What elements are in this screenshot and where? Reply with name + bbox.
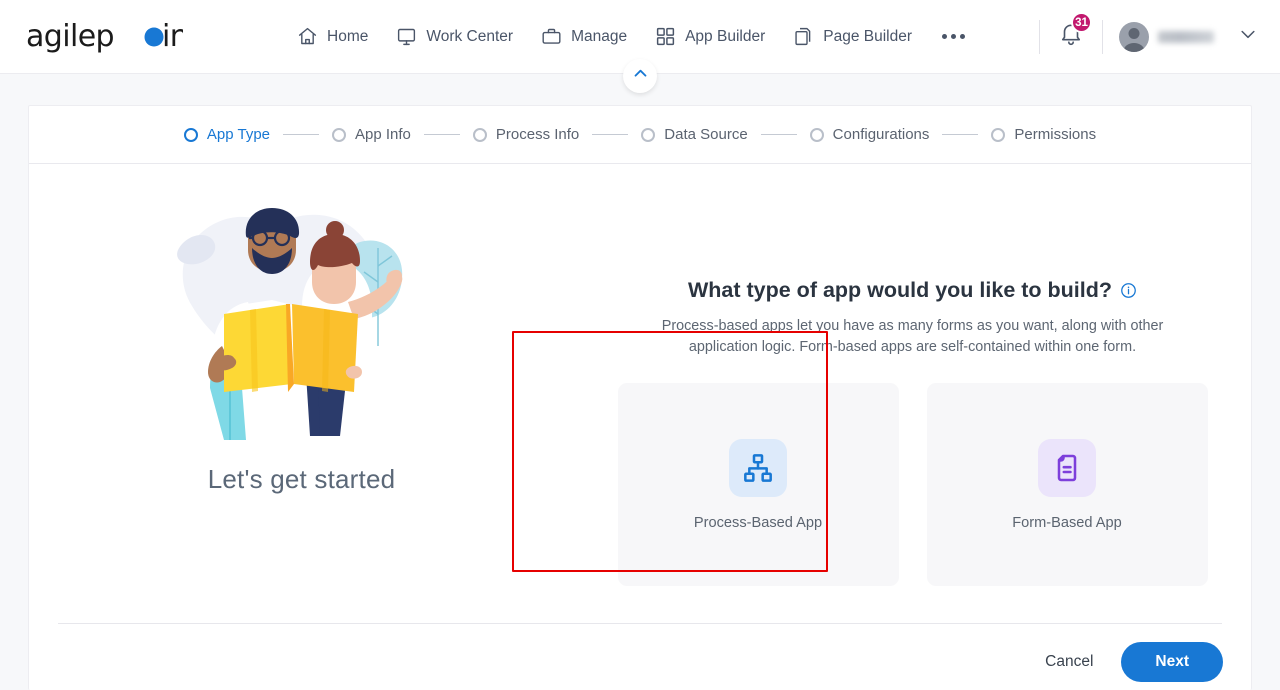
step-radio-icon xyxy=(809,127,824,142)
nav-label: Page Builder xyxy=(823,27,912,45)
card-label: Form-Based App xyxy=(1012,514,1122,531)
step-permissions[interactable]: Permissions xyxy=(991,126,1096,143)
step-connector xyxy=(423,134,460,135)
notification-badge: 31 xyxy=(1071,12,1092,33)
card-process-based-app[interactable]: Process-Based App xyxy=(617,383,899,586)
bell-icon xyxy=(1058,24,1084,51)
header-divider-2 xyxy=(1102,19,1103,54)
nav-label: Home xyxy=(327,27,369,45)
page-title: What type of app would you like to build… xyxy=(687,278,1112,302)
monitor-icon xyxy=(396,26,417,47)
avatar[interactable] xyxy=(1119,21,1149,52)
step-process-info[interactable]: Process Info xyxy=(472,126,580,143)
two-people-with-map-illustration xyxy=(176,208,402,440)
logo-mark: agilep int xyxy=(26,20,183,54)
nav-item-app-builder[interactable]: App Builder xyxy=(641,20,779,53)
footer-divider xyxy=(58,623,1222,624)
home-icon xyxy=(297,26,318,47)
svg-text:agilep: agilep xyxy=(26,20,114,54)
svg-text:int: int xyxy=(162,20,183,54)
step-connector xyxy=(760,134,797,135)
header-divider-1 xyxy=(1039,19,1040,54)
chevron-down-icon[interactable] xyxy=(1238,24,1258,49)
nav-label: Work Center xyxy=(426,27,514,45)
page-description: Process-based apps let you have as many … xyxy=(661,318,1164,355)
more-horizontal-icon[interactable] xyxy=(926,24,981,49)
step-radio-icon xyxy=(991,127,1006,142)
wizard-panel: App Type App Info Process Info Data Sour… xyxy=(28,105,1252,690)
nav-label: Manage xyxy=(571,27,628,45)
nav-item-work-center[interactable]: Work Center xyxy=(382,20,527,53)
step-connector xyxy=(592,134,629,135)
agilepoint-logo[interactable]: agilep int xyxy=(26,17,183,57)
nav-label: App Builder xyxy=(685,27,766,45)
notifications-button[interactable]: 31 xyxy=(1050,12,1092,56)
wizard-stepper: App Type App Info Process Info Data Sour… xyxy=(29,106,1251,164)
step-label: Permissions xyxy=(1014,126,1097,143)
nav-item-home[interactable]: Home xyxy=(283,20,382,53)
step-label: Configurations xyxy=(832,126,930,143)
step-radio-icon xyxy=(183,127,198,142)
chevron-up-icon xyxy=(632,65,649,87)
step-configurations[interactable]: Configurations xyxy=(809,126,930,143)
grid-icon xyxy=(655,26,676,47)
step-radio-icon xyxy=(641,127,656,142)
step-radio-icon xyxy=(472,127,487,142)
wizard-content: Let's get started What type of app would… xyxy=(29,164,1251,626)
next-button[interactable]: Next xyxy=(1121,642,1223,682)
step-label: Data Source xyxy=(664,126,748,143)
collapse-header-button[interactable] xyxy=(623,59,657,93)
illustration-caption: Let's get started xyxy=(207,464,396,494)
illustration-column: Let's get started xyxy=(29,168,574,626)
main-nav: Home Work Center Manage App Builder Page… xyxy=(283,20,981,53)
wizard-footer: Cancel Next xyxy=(1039,642,1223,682)
step-app-info[interactable]: App Info xyxy=(332,126,411,143)
app-type-column: What type of app would you like to build… xyxy=(512,168,1251,626)
step-connector xyxy=(283,134,320,135)
step-radio-icon xyxy=(332,127,347,142)
nav-item-page-builder[interactable]: Page Builder xyxy=(779,20,926,53)
sitemap-icon xyxy=(729,438,787,497)
step-label: App Info xyxy=(355,126,411,143)
pages-icon xyxy=(793,26,814,47)
step-connector xyxy=(942,134,979,135)
user-name xyxy=(1158,30,1214,43)
card-form-based-app[interactable]: Form-Based App xyxy=(926,383,1208,586)
form-document-icon xyxy=(1038,438,1096,497)
info-icon[interactable] xyxy=(1120,282,1137,299)
briefcase-icon xyxy=(541,26,562,47)
app-type-cards: Process-Based App Form-Based App xyxy=(574,383,1251,586)
step-label: Process Info xyxy=(495,126,580,143)
step-app-type[interactable]: App Type xyxy=(183,126,271,143)
cancel-button[interactable]: Cancel xyxy=(1039,645,1099,679)
card-label: Process-Based App xyxy=(693,514,823,531)
step-label: App Type xyxy=(206,126,271,143)
page-title-row: What type of app would you like to build… xyxy=(574,278,1251,303)
nav-item-manage[interactable]: Manage xyxy=(527,20,641,53)
step-data-source[interactable]: Data Source xyxy=(641,126,748,143)
